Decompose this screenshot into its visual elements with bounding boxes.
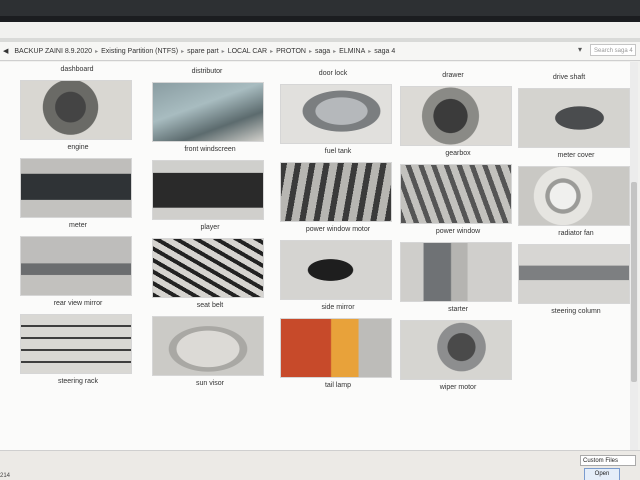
gearbox-thumbnail-icon[interactable] — [400, 86, 512, 146]
search-input[interactable]: Search saga 4 — [590, 44, 636, 56]
file-label: player — [200, 224, 220, 231]
dialog-footer: 214 Custom Files Open — [0, 450, 640, 480]
top-label-0[interactable]: dashboard — [22, 66, 132, 73]
file-tile[interactable]: engine — [20, 80, 136, 151]
file-tile[interactable]: meter — [20, 158, 136, 229]
starter-thumbnail-icon[interactable] — [400, 242, 512, 302]
file-type-select[interactable]: Custom Files — [580, 455, 636, 466]
file-label: sun visor — [195, 380, 224, 387]
file-tile[interactable]: player — [152, 160, 268, 231]
file-tile[interactable]: side mirror — [280, 240, 396, 311]
power-window-thumbnail-icon[interactable] — [400, 164, 512, 224]
file-label: steering column — [551, 308, 601, 315]
breadcrumb-4[interactable]: PROTON — [273, 48, 309, 55]
file-tile[interactable]: wiper motor — [400, 320, 516, 391]
file-tile[interactable]: tail lamp — [280, 318, 396, 389]
meter-cover-thumbnail-icon[interactable] — [518, 88, 630, 148]
steering-column-thumbnail-icon[interactable] — [518, 244, 630, 304]
wiper-motor-thumbnail-icon[interactable] — [400, 320, 512, 380]
file-tile[interactable]: sun visor — [152, 316, 268, 387]
file-label: starter — [448, 306, 468, 313]
file-tile[interactable]: steering column — [518, 244, 634, 315]
file-label: fuel tank — [324, 148, 352, 155]
file-label: meter cover — [557, 152, 595, 159]
file-label: power window motor — [305, 226, 371, 233]
file-tile[interactable]: power window motor — [280, 162, 396, 233]
file-tile[interactable]: meter cover — [518, 88, 634, 159]
file-tile[interactable]: fuel tank — [280, 84, 396, 155]
monitor-bezel — [0, 0, 640, 16]
file-label: rear view mirror — [53, 300, 103, 307]
breadcrumb-7[interactable]: saga 4 — [371, 48, 398, 55]
scrollbar-thumb[interactable] — [631, 182, 637, 382]
file-type-value: Custom Files — [583, 458, 619, 464]
file-tile[interactable]: gearbox — [400, 86, 516, 157]
file-label: power window — [435, 228, 481, 235]
breadcrumb-3[interactable]: LOCAL CAR — [225, 48, 270, 55]
meter-thumbnail-icon[interactable] — [20, 158, 132, 218]
file-label: engine — [67, 144, 89, 151]
file-label: radiator fan — [558, 230, 594, 237]
fuel-tank-thumbnail-icon[interactable] — [280, 84, 392, 144]
file-label: seat belt — [196, 302, 224, 309]
rear-view-mirror-thumbnail-icon[interactable] — [20, 236, 132, 296]
file-tile[interactable]: seat belt — [152, 238, 268, 309]
vertical-scrollbar[interactable] — [630, 62, 638, 452]
file-tile[interactable]: power window — [400, 164, 516, 235]
steering-rack-thumbnail-icon[interactable] — [20, 314, 132, 374]
file-tile[interactable]: steering rack — [20, 314, 136, 385]
file-open-dialog: ◀ BACKUP ZAINI 8.9.2020 ▸ Existing Parti… — [0, 22, 640, 480]
breadcrumb-1[interactable]: Existing Partition (NTFS) — [98, 48, 181, 55]
breadcrumb-2[interactable]: spare part — [184, 48, 222, 55]
dropdown-chevron-icon[interactable]: ▾ — [574, 44, 586, 56]
file-label: wiper motor — [439, 384, 477, 391]
engine-thumbnail-icon[interactable] — [20, 80, 132, 140]
file-grid: dashboard distributor door lock drawer d… — [0, 62, 632, 452]
sun-visor-thumbnail-icon[interactable] — [152, 316, 264, 376]
file-tile[interactable]: radiator fan — [518, 166, 634, 237]
tail-lamp-thumbnail-icon[interactable] — [280, 318, 392, 378]
side-mirror-thumbnail-icon[interactable] — [280, 240, 392, 300]
player-thumbnail-icon[interactable] — [152, 160, 264, 220]
breadcrumb-5[interactable]: saga — [312, 48, 333, 55]
breadcrumb-6[interactable]: ELMINA — [336, 48, 368, 55]
file-label: steering rack — [57, 378, 99, 385]
top-label-4[interactable]: drive shaft — [514, 74, 624, 81]
file-label: front windscreen — [184, 146, 236, 153]
seat-belt-thumbnail-icon[interactable] — [152, 238, 264, 298]
radiator-fan-thumbnail-icon[interactable] — [518, 166, 630, 226]
power-window-motor-thumbnail-icon[interactable] — [280, 162, 392, 222]
file-name-field[interactable]: 214 — [0, 473, 10, 479]
open-button[interactable]: Open — [584, 468, 620, 480]
top-label-3[interactable]: drawer — [398, 72, 508, 79]
top-label-1[interactable]: distributor — [152, 68, 262, 75]
file-label: side mirror — [321, 304, 355, 311]
file-label: meter — [69, 222, 87, 229]
file-tile[interactable]: front windscreen — [152, 82, 268, 153]
file-label: tail lamp — [324, 382, 352, 389]
top-label-2[interactable]: door lock — [278, 70, 388, 77]
address-bar[interactable]: ◀ BACKUP ZAINI 8.9.2020 ▸ Existing Parti… — [0, 42, 640, 61]
breadcrumb-0[interactable]: BACKUP ZAINI 8.9.2020 — [11, 48, 95, 55]
back-arrow-icon[interactable]: ◀ — [0, 47, 11, 55]
file-tile[interactable]: starter — [400, 242, 516, 313]
windscreen-thumbnail-icon[interactable] — [152, 82, 264, 142]
file-label: gearbox — [445, 150, 471, 157]
file-tile[interactable]: rear view mirror — [20, 236, 136, 307]
